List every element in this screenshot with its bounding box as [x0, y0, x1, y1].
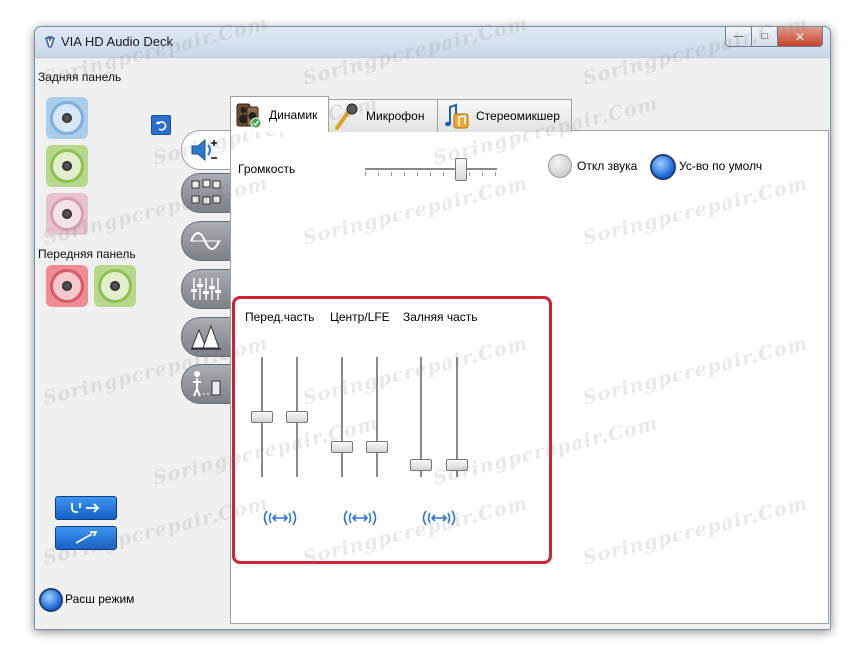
speaker-volume-icon — [191, 138, 217, 162]
volume-slider-track[interactable] — [365, 168, 497, 171]
title-bar[interactable]: VIA HD Audio Deck — □ ✕ — [35, 27, 830, 58]
rear-jack-blue[interactable] — [46, 97, 88, 139]
tab-speaker-label: Динамик — [269, 107, 318, 122]
side-tab-room-correction[interactable] — [181, 364, 230, 404]
tab-stereo-mixer-label: Стереомикшер — [476, 109, 560, 123]
undo-arrow-icon — [155, 121, 167, 131]
client-area: Задняя панель Передняя панель Расш режим… — [35, 58, 830, 629]
channel-slider-thumb[interactable] — [286, 411, 308, 423]
tool-settings-button[interactable] — [55, 526, 117, 550]
mute-button[interactable] — [548, 154, 572, 178]
tab-stereo-mixer[interactable]: Стереомикшер — [437, 99, 572, 132]
link-channels-icon[interactable] — [341, 508, 379, 528]
wrench-icon — [75, 531, 98, 544]
tab-speaker[interactable]: Динамик — [230, 96, 329, 132]
tab-microphone[interactable]: Микрофон — [327, 99, 439, 132]
minimize-button[interactable]: — — [725, 27, 752, 47]
tab-microphone-label: Микрофон — [366, 109, 425, 123]
connector-settings-button[interactable] — [55, 496, 117, 520]
advanced-mode-toggle[interactable] — [39, 588, 63, 612]
volume-slider-thumb[interactable] — [455, 158, 468, 181]
channel-slider-thumb[interactable] — [366, 441, 388, 453]
advanced-mode-label: Расш режим — [65, 592, 135, 606]
side-tab-speaker-config[interactable] — [181, 173, 230, 213]
side-tab-equalizer[interactable] — [181, 269, 230, 309]
rear-jack-pink[interactable] — [46, 193, 88, 235]
mute-label: Откл звука — [577, 159, 638, 173]
environment-icon — [191, 324, 221, 350]
rear-jack-green[interactable] — [46, 145, 88, 187]
music-notes-icon — [445, 103, 469, 129]
front-jack-pink[interactable] — [46, 265, 88, 307]
channel-slider-thumb[interactable] — [446, 459, 468, 471]
audio-jack-green-icon — [98, 269, 132, 303]
channel-slider-thumb[interactable] — [331, 441, 353, 453]
equalizer-icon — [191, 278, 221, 300]
microphone-icon — [335, 103, 358, 130]
audio-jack-pink-icon — [50, 197, 84, 231]
front-channel-label: Перед.часть — [245, 310, 315, 324]
channel-slider-track[interactable] — [341, 357, 344, 477]
audio-jack-pink-icon — [50, 269, 84, 303]
side-tab-sample-rate[interactable] — [181, 221, 230, 261]
channel-slider-thumb[interactable] — [251, 411, 273, 423]
default-device-label: Ус-во по умолч — [679, 159, 763, 173]
close-button[interactable]: ✕ — [777, 27, 823, 47]
channel-slider-track[interactable] — [376, 357, 379, 477]
default-device-button[interactable] — [650, 154, 676, 180]
front-jack-green[interactable] — [94, 265, 136, 307]
center-lfe-channel-label: Центр/LFE — [330, 310, 390, 324]
link-channels-icon[interactable] — [420, 508, 458, 528]
rear-panel-label: Задняя панель — [38, 70, 122, 84]
sine-wave-icon — [190, 232, 221, 250]
volume-slider-ticks — [365, 172, 497, 176]
via-logo-icon — [45, 36, 55, 48]
room-correction-icon — [193, 371, 221, 397]
maximize-button[interactable]: □ — [751, 27, 778, 47]
rear-channel-label: Залняя часть — [403, 310, 478, 324]
app-window: VIA HD Audio Deck — □ ✕ Задняя панель Пе… — [34, 26, 831, 630]
volume-label: Громкость — [238, 162, 296, 176]
front-panel-label: Передняя панель — [38, 247, 136, 261]
window-title: VIA HD Audio Deck — [61, 34, 173, 49]
audio-jack-blue-icon — [50, 101, 84, 135]
link-channels-icon[interactable] — [261, 508, 299, 528]
plug-wrench-icon — [71, 503, 100, 513]
speaker-icon — [236, 103, 262, 128]
undo-button[interactable] — [151, 115, 171, 135]
side-tab-environment[interactable] — [181, 317, 230, 357]
side-tab-volume[interactable] — [181, 130, 230, 170]
speaker-configuration-icon — [191, 179, 221, 205]
channel-slider-thumb[interactable] — [410, 459, 432, 471]
audio-jack-green-icon — [50, 149, 84, 183]
